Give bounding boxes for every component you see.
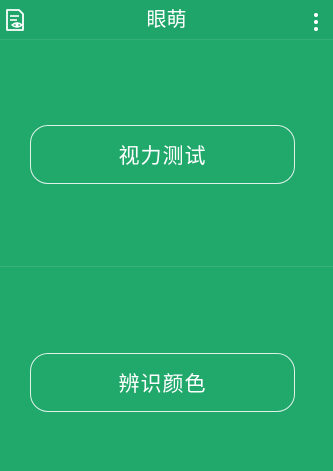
app-title: 眼萌 bbox=[146, 7, 187, 31]
app-screen: 眼萌 视力测试 辨识颜色 bbox=[0, 0, 333, 471]
top-bar: 眼萌 bbox=[0, 0, 333, 40]
color-identify-button[interactable]: 辨识颜色 bbox=[30, 353, 295, 412]
color-identify-label: 辨识颜色 bbox=[118, 372, 207, 396]
more-vertical-icon[interactable] bbox=[313, 11, 319, 33]
vision-test-label: 视力测试 bbox=[118, 144, 207, 168]
vision-test-button[interactable]: 视力测试 bbox=[30, 125, 295, 184]
